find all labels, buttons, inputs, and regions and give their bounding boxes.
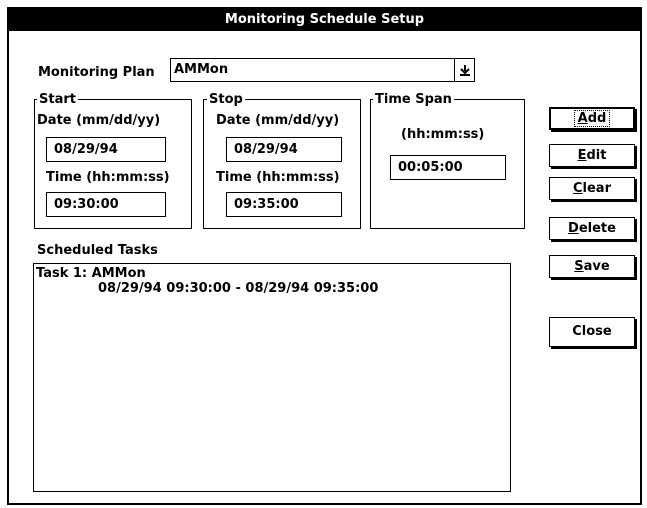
clear-label: lear xyxy=(582,181,611,196)
monitoring-plan-label: Monitoring Plan xyxy=(38,65,155,80)
add-mnemonic: A xyxy=(577,111,588,126)
start-date-input[interactable]: 08/29/94 xyxy=(46,137,166,162)
start-date-label: Date (mm/dd/yy) xyxy=(37,113,161,128)
timespan-group-title: Time Span xyxy=(373,92,454,107)
delete-mnemonic: D xyxy=(568,221,579,236)
save-mnemonic: S xyxy=(574,259,584,274)
stop-date-input[interactable]: 08/29/94 xyxy=(226,137,342,162)
clear-button[interactable]: Clear xyxy=(549,177,635,200)
timespan-label: (hh:mm:ss) xyxy=(401,127,485,142)
stop-date-label: Date (mm/dd/yy) xyxy=(216,113,340,128)
scheduled-tasks-list[interactable]: Task 1: AMMon 08/29/94 09:30:00 - 08/29/… xyxy=(33,263,511,492)
task-title: Task 1: AMMon xyxy=(36,266,146,281)
stop-time-input[interactable]: 09:35:00 xyxy=(226,192,342,217)
delete-label: elete xyxy=(578,221,616,236)
delete-button[interactable]: Delete xyxy=(549,217,635,240)
start-group-title: Start xyxy=(37,92,78,107)
monitoring-plan-select[interactable]: AMMon xyxy=(170,58,475,82)
list-item[interactable]: Task 1: AMMon 08/29/94 09:30:00 - 08/29/… xyxy=(34,266,378,296)
start-time-label: Time (hh:mm:ss) xyxy=(46,170,170,185)
stop-time-label: Time (hh:mm:ss) xyxy=(216,170,340,185)
start-time-input[interactable]: 09:30:00 xyxy=(46,192,166,217)
dropdown-arrow-icon[interactable] xyxy=(454,59,474,81)
dialog-title: Monitoring Schedule Setup xyxy=(9,9,640,31)
close-label: Close xyxy=(572,324,612,339)
timespan-input[interactable]: 00:05:00 xyxy=(390,155,506,180)
add-label: dd xyxy=(587,111,607,126)
task-schedule: 08/29/94 09:30:00 - 08/29/94 09:35:00 xyxy=(98,281,379,296)
save-button[interactable]: Save xyxy=(549,255,635,278)
scheduled-tasks-label: Scheduled Tasks xyxy=(37,243,158,258)
save-label: ave xyxy=(583,259,610,274)
edit-label: dit xyxy=(586,148,607,163)
clear-mnemonic: C xyxy=(572,181,583,196)
monitoring-plan-value: AMMon xyxy=(174,62,229,77)
stop-group-title: Stop xyxy=(207,92,245,107)
close-button[interactable]: Close xyxy=(549,317,635,347)
add-button[interactable]: Add xyxy=(549,107,635,130)
edit-button[interactable]: Edit xyxy=(549,144,635,167)
schedule-setup-dialog: Monitoring Schedule Setup Monitoring Pla… xyxy=(7,7,642,505)
